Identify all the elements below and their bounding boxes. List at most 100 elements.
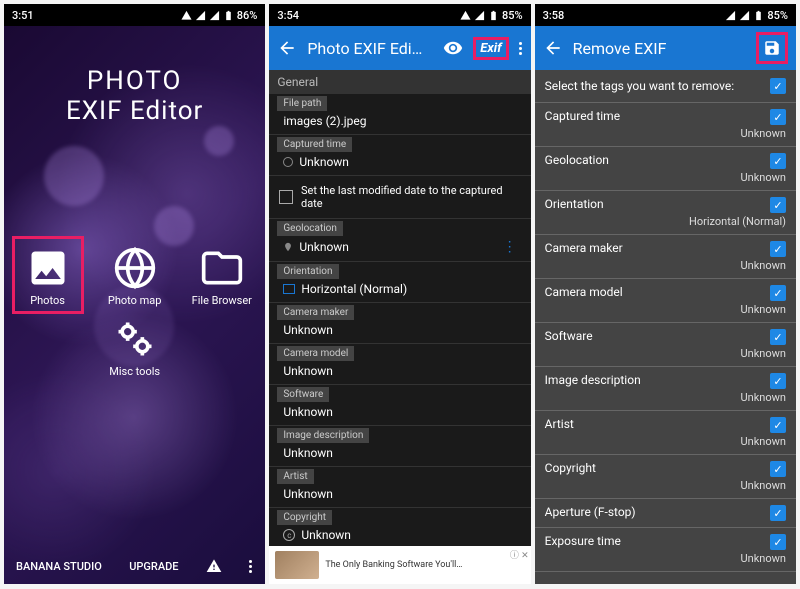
field-captured-time[interactable]: Captured time Unknown bbox=[269, 135, 530, 176]
tag-row[interactable]: Aperture (F-stop) ✓ bbox=[535, 499, 796, 528]
save-icon bbox=[763, 39, 781, 57]
footer-bar: BANANA STUDIO UPGRADE bbox=[4, 558, 265, 574]
warning-icon[interactable] bbox=[206, 558, 222, 574]
remove-tag-list[interactable]: Select the tags you want to remove: ✓ Ca… bbox=[535, 70, 796, 584]
app-title-line1: PHOTO bbox=[4, 66, 265, 96]
checkbox[interactable]: ✓ bbox=[770, 109, 786, 125]
checkbox[interactable]: ✓ bbox=[770, 505, 786, 521]
tag-label: Exposure time bbox=[545, 534, 621, 548]
field-image-description[interactable]: Image description Unknown bbox=[269, 426, 530, 467]
studio-name[interactable]: BANANA STUDIO bbox=[16, 560, 102, 573]
status-battery: 86% bbox=[237, 9, 258, 22]
checkbox[interactable]: ✓ bbox=[770, 153, 786, 169]
app-title-line2: EXIF Editor bbox=[4, 96, 265, 126]
tag-row[interactable]: Software ✓ Unknown bbox=[535, 323, 796, 367]
tag-value: Horizontal (Normal) bbox=[545, 215, 786, 228]
tag-row[interactable]: Camera maker✓Unknown bbox=[535, 235, 796, 279]
field-software[interactable]: Software Unknown bbox=[269, 385, 530, 426]
misc-tools-label: Misc tools bbox=[109, 365, 160, 378]
back-icon[interactable] bbox=[277, 38, 297, 58]
checkbox-set-modified-date[interactable]: Set the last modified date to the captur… bbox=[269, 176, 530, 219]
tag-row[interactable]: Geolocation✓Unknown bbox=[535, 147, 796, 191]
field-copyright[interactable]: Copyright cUnknown bbox=[269, 508, 530, 546]
tag-label: Software bbox=[545, 329, 593, 343]
tag-row[interactable]: Artist✓Unknown bbox=[535, 411, 796, 455]
tag-row[interactable]: Orientation ✓ Horizontal (Normal) bbox=[535, 191, 796, 235]
checkbox[interactable]: ✓ bbox=[770, 197, 786, 213]
screen-editor: 3:54 85% Photo EXIF Edi… Exif General Fi… bbox=[269, 4, 530, 584]
upgrade-button[interactable]: UPGRADE bbox=[129, 560, 178, 573]
save-button[interactable] bbox=[756, 32, 788, 64]
screen-home: 3:51 86% PHOTO EXIF Editor Photos bbox=[4, 4, 265, 584]
tag-value: Unknown bbox=[545, 552, 786, 565]
app-bar: Remove EXIF bbox=[535, 26, 796, 70]
status-time: 3:54 bbox=[277, 9, 299, 22]
photo-map-button[interactable]: Photo map bbox=[108, 246, 162, 307]
tag-value: Unknown bbox=[545, 347, 786, 360]
screen-remove-exif: 3:58 85% Remove EXIF Select the tags you… bbox=[535, 4, 796, 584]
appbar-title: Remove EXIF bbox=[573, 39, 746, 58]
orientation-icon bbox=[283, 284, 295, 294]
globe-icon bbox=[113, 246, 157, 290]
tag-row[interactable]: Image description ✓ Unknown bbox=[535, 367, 796, 411]
more-icon[interactable] bbox=[519, 42, 523, 55]
back-icon[interactable] bbox=[543, 38, 563, 58]
photos-button[interactable]: Photos bbox=[26, 246, 70, 307]
copyright-icon: c bbox=[283, 529, 295, 541]
field-artist[interactable]: Artist Unknown bbox=[269, 467, 530, 508]
status-time: 3:58 bbox=[543, 9, 565, 22]
file-browser-label: File Browser bbox=[192, 294, 252, 307]
tag-value: Unknown bbox=[545, 303, 786, 316]
checkbox[interactable]: ✓ bbox=[770, 373, 786, 389]
tag-label: Copyright bbox=[545, 461, 596, 475]
selection-highlight bbox=[12, 236, 84, 314]
tag-label: Artist bbox=[545, 417, 574, 431]
tag-label: Captured time bbox=[545, 109, 620, 123]
field-orientation[interactable]: Orientation Horizontal (Normal) bbox=[269, 262, 530, 303]
field-file-path[interactable]: File path images (2).jpeg bbox=[269, 94, 530, 135]
tag-row[interactable]: Copyright✓Unknown bbox=[535, 455, 796, 499]
tag-row[interactable]: Camera model ✓ Unknown bbox=[535, 279, 796, 323]
status-battery: 85% bbox=[502, 9, 523, 22]
tag-label: Aperture (F-stop) bbox=[545, 505, 636, 519]
app-bar: Photo EXIF Edi… Exif bbox=[269, 26, 530, 70]
field-geolocation[interactable]: Geolocation Unknown⋮ bbox=[269, 219, 530, 262]
checkbox-all[interactable]: ✓ bbox=[770, 78, 786, 94]
tag-row[interactable]: Exposure time ✓ Unknown bbox=[535, 528, 796, 572]
checkbox[interactable]: ✓ bbox=[770, 534, 786, 550]
status-battery: 85% bbox=[767, 9, 788, 22]
ad-image bbox=[275, 551, 319, 579]
tag-value: Unknown bbox=[545, 127, 786, 140]
ad-text: The Only Banking Software You'll… bbox=[325, 560, 462, 570]
photo-map-label: Photo map bbox=[108, 294, 162, 307]
status-bar: 3:54 85% bbox=[269, 4, 530, 26]
status-icons: 85% bbox=[460, 9, 523, 22]
status-bar: 3:58 85% bbox=[535, 4, 796, 26]
tag-value: Unknown bbox=[545, 391, 786, 404]
checkbox[interactable]: ✓ bbox=[770, 461, 786, 477]
more-icon[interactable] bbox=[249, 560, 253, 573]
checkbox[interactable]: ✓ bbox=[770, 241, 786, 257]
checkbox[interactable]: ✓ bbox=[770, 285, 786, 301]
field-camera-maker[interactable]: Camera maker Unknown bbox=[269, 303, 530, 344]
section-general: General bbox=[269, 70, 530, 94]
checkbox[interactable]: ✓ bbox=[770, 417, 786, 433]
tag-label: Image description bbox=[545, 373, 641, 387]
ad-close-icon[interactable]: ⓘ ✕ bbox=[510, 548, 529, 561]
misc-tools-button[interactable]: Misc tools bbox=[109, 317, 160, 378]
file-browser-button[interactable]: File Browser bbox=[192, 246, 252, 307]
ad-banner[interactable]: The Only Banking Software You'll… ⓘ ✕ bbox=[269, 546, 530, 584]
tag-row[interactable]: Captured time ✓ Unknown bbox=[535, 103, 796, 147]
tag-label: Orientation bbox=[545, 197, 604, 211]
folder-icon bbox=[200, 246, 244, 290]
checkbox[interactable]: ✓ bbox=[770, 329, 786, 345]
app-title: PHOTO EXIF Editor bbox=[4, 66, 265, 126]
exif-field-list[interactable]: General File path images (2).jpeg Captur… bbox=[269, 70, 530, 546]
exif-remove-button[interactable]: Exif bbox=[473, 37, 508, 60]
tag-label: Camera maker bbox=[545, 241, 623, 255]
visibility-icon[interactable] bbox=[443, 38, 463, 58]
field-camera-model[interactable]: Camera model Unknown bbox=[269, 344, 530, 385]
status-time: 3:51 bbox=[12, 9, 34, 22]
tag-label: Camera model bbox=[545, 285, 623, 299]
tag-value: Unknown bbox=[545, 171, 786, 184]
